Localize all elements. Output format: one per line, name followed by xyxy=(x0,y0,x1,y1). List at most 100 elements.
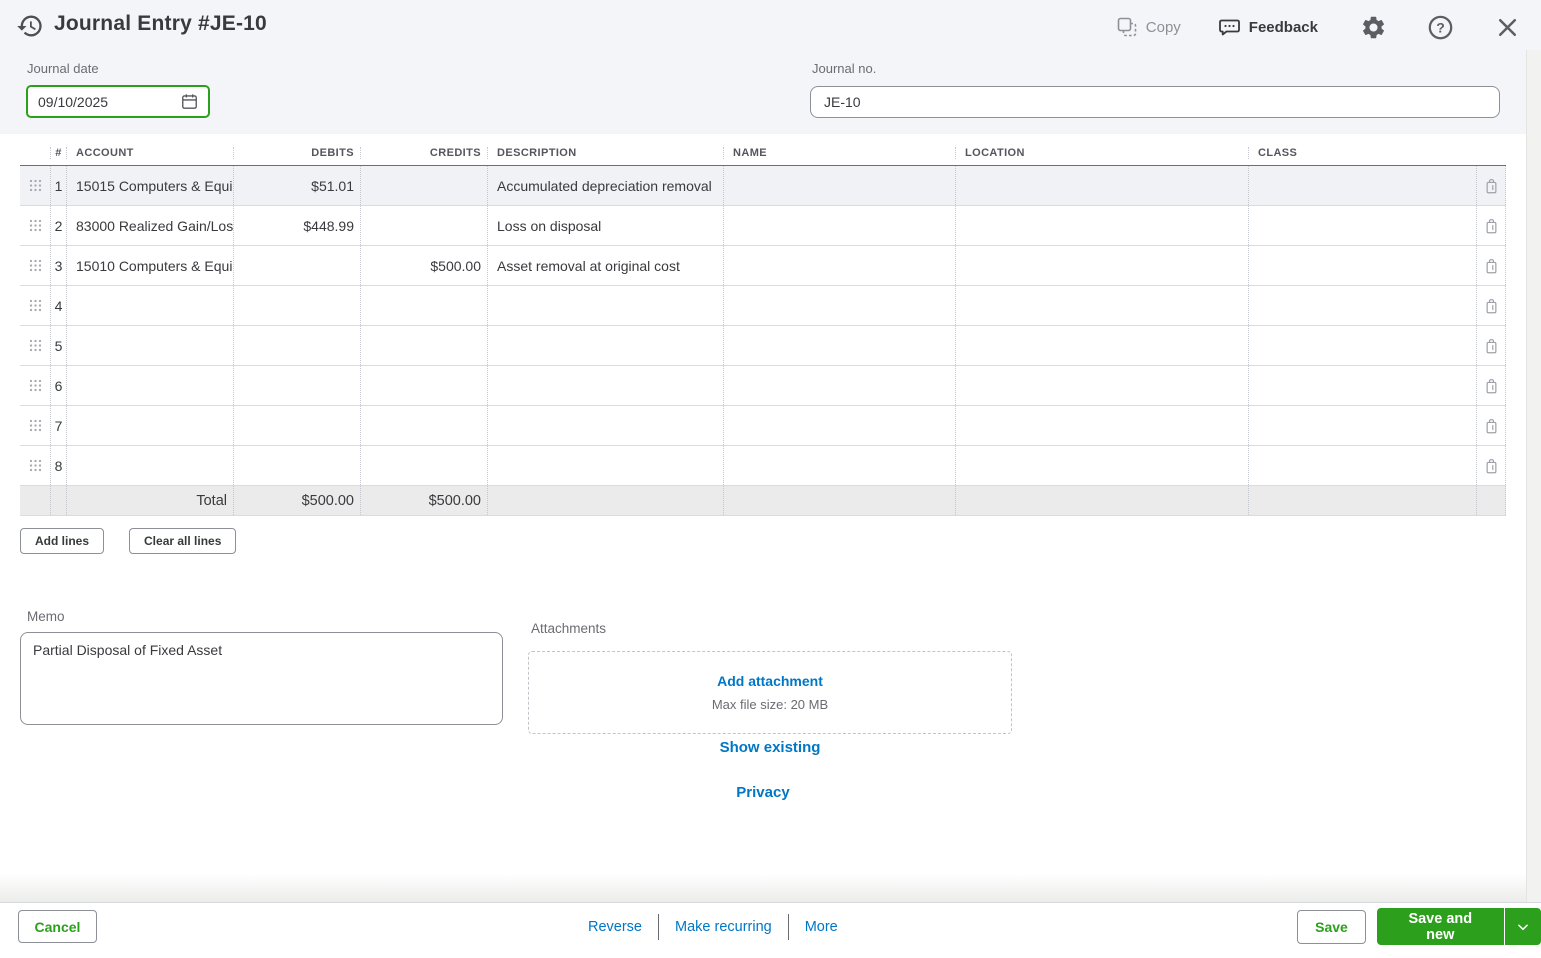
calendar-icon[interactable] xyxy=(180,92,199,111)
class-cell[interactable] xyxy=(1248,366,1476,405)
description-cell[interactable] xyxy=(487,446,723,485)
description-cell[interactable] xyxy=(487,406,723,445)
account-cell[interactable]: 15010 Computers & Equi xyxy=(66,246,233,285)
save-options-dropdown[interactable] xyxy=(1504,908,1541,945)
location-cell[interactable] xyxy=(955,286,1248,325)
drag-handle[interactable] xyxy=(20,366,50,405)
privacy-link[interactable]: Privacy xyxy=(528,784,998,801)
location-cell[interactable] xyxy=(955,166,1248,205)
name-cell[interactable] xyxy=(723,326,955,365)
location-cell[interactable] xyxy=(955,366,1248,405)
debits-cell[interactable]: $448.99 xyxy=(233,206,360,245)
debits-cell[interactable] xyxy=(233,246,360,285)
debits-cell[interactable] xyxy=(233,446,360,485)
account-cell[interactable] xyxy=(66,366,233,405)
delete-line-button[interactable] xyxy=(1476,406,1506,445)
delete-line-button[interactable] xyxy=(1476,286,1506,325)
feedback-button[interactable]: Feedback xyxy=(1217,15,1318,39)
delete-line-button[interactable] xyxy=(1476,366,1506,405)
credits-cell[interactable] xyxy=(360,406,487,445)
credits-cell[interactable] xyxy=(360,366,487,405)
name-cell[interactable] xyxy=(723,366,955,405)
reverse-link[interactable]: Reverse xyxy=(588,919,642,935)
drag-handle[interactable] xyxy=(20,446,50,485)
delete-line-button[interactable] xyxy=(1476,206,1506,245)
class-cell[interactable] xyxy=(1248,246,1476,285)
account-cell[interactable] xyxy=(66,326,233,365)
location-cell[interactable] xyxy=(955,326,1248,365)
location-cell[interactable] xyxy=(955,246,1248,285)
credits-cell[interactable] xyxy=(360,206,487,245)
save-button[interactable]: Save xyxy=(1297,910,1366,944)
credits-cell[interactable] xyxy=(360,446,487,485)
account-cell[interactable]: 15015 Computers & Equi xyxy=(66,166,233,205)
show-existing-link[interactable]: Show existing xyxy=(528,739,1012,756)
attachment-dropzone[interactable]: Add attachment Max file size: 20 MB xyxy=(528,651,1012,734)
drag-handle[interactable] xyxy=(20,286,50,325)
class-cell[interactable] xyxy=(1248,326,1476,365)
debits-cell[interactable] xyxy=(233,326,360,365)
journal-date-field[interactable] xyxy=(26,85,210,118)
account-cell[interactable]: 83000 Realized Gain/Los xyxy=(66,206,233,245)
class-cell[interactable] xyxy=(1248,286,1476,325)
total-credits: $500.00 xyxy=(360,486,487,515)
close-button[interactable] xyxy=(1494,14,1521,41)
debits-cell[interactable] xyxy=(233,286,360,325)
description-cell[interactable]: Accumulated depreciation removal xyxy=(487,166,723,205)
credits-cell[interactable] xyxy=(360,286,487,325)
save-and-new-button[interactable]: Save and new xyxy=(1377,908,1504,945)
debits-cell[interactable]: $51.01 xyxy=(233,166,360,205)
make-recurring-link[interactable]: Make recurring xyxy=(675,919,772,935)
name-cell[interactable] xyxy=(723,286,955,325)
credits-cell[interactable] xyxy=(360,326,487,365)
delete-line-button[interactable] xyxy=(1476,166,1506,205)
name-cell[interactable] xyxy=(723,446,955,485)
description-cell[interactable]: Asset removal at original cost xyxy=(487,246,723,285)
credits-cell[interactable] xyxy=(360,166,487,205)
drag-handle[interactable] xyxy=(20,246,50,285)
location-cell[interactable] xyxy=(955,446,1248,485)
name-cell[interactable] xyxy=(723,246,955,285)
name-cell[interactable] xyxy=(723,206,955,245)
delete-line-button[interactable] xyxy=(1476,246,1506,285)
journal-no-input[interactable] xyxy=(810,86,1500,118)
add-attachment-link[interactable]: Add attachment xyxy=(717,673,823,689)
name-cell[interactable] xyxy=(723,406,955,445)
name-cell[interactable] xyxy=(723,166,955,205)
location-cell[interactable] xyxy=(955,206,1248,245)
copy-button[interactable]: Copy xyxy=(1115,15,1181,39)
row-number: 5 xyxy=(50,326,66,365)
class-cell[interactable] xyxy=(1248,406,1476,445)
journal-date-input[interactable] xyxy=(28,93,168,110)
add-lines-button[interactable]: Add lines xyxy=(20,528,105,554)
scrollbar-track[interactable] xyxy=(1526,50,1541,902)
memo-textarea[interactable]: Partial Disposal of Fixed Asset xyxy=(20,632,503,725)
class-cell[interactable] xyxy=(1248,446,1476,485)
help-button[interactable]: ? xyxy=(1427,14,1454,41)
row-number: 1 xyxy=(50,166,66,205)
location-cell[interactable] xyxy=(955,406,1248,445)
account-cell[interactable] xyxy=(66,446,233,485)
more-link[interactable]: More xyxy=(805,919,838,935)
drag-handle[interactable] xyxy=(20,326,50,365)
cancel-button[interactable]: Cancel xyxy=(18,910,97,943)
debits-cell[interactable] xyxy=(233,366,360,405)
delete-line-button[interactable] xyxy=(1476,446,1506,485)
description-cell[interactable] xyxy=(487,326,723,365)
description-cell[interactable] xyxy=(487,286,723,325)
drag-handle[interactable] xyxy=(20,166,50,205)
class-cell[interactable] xyxy=(1248,206,1476,245)
debits-cell[interactable] xyxy=(233,406,360,445)
credits-cell[interactable]: $500.00 xyxy=(360,246,487,285)
class-cell[interactable] xyxy=(1248,166,1476,205)
delete-line-button[interactable] xyxy=(1476,326,1506,365)
account-cell[interactable] xyxy=(66,286,233,325)
table-row: 4 xyxy=(20,286,1506,326)
description-cell[interactable]: Loss on disposal xyxy=(487,206,723,245)
account-cell[interactable] xyxy=(66,406,233,445)
description-cell[interactable] xyxy=(487,366,723,405)
drag-handle[interactable] xyxy=(20,206,50,245)
drag-handle[interactable] xyxy=(20,406,50,445)
clear-all-lines-button[interactable]: Clear all lines xyxy=(129,528,237,554)
settings-button[interactable] xyxy=(1360,14,1387,41)
